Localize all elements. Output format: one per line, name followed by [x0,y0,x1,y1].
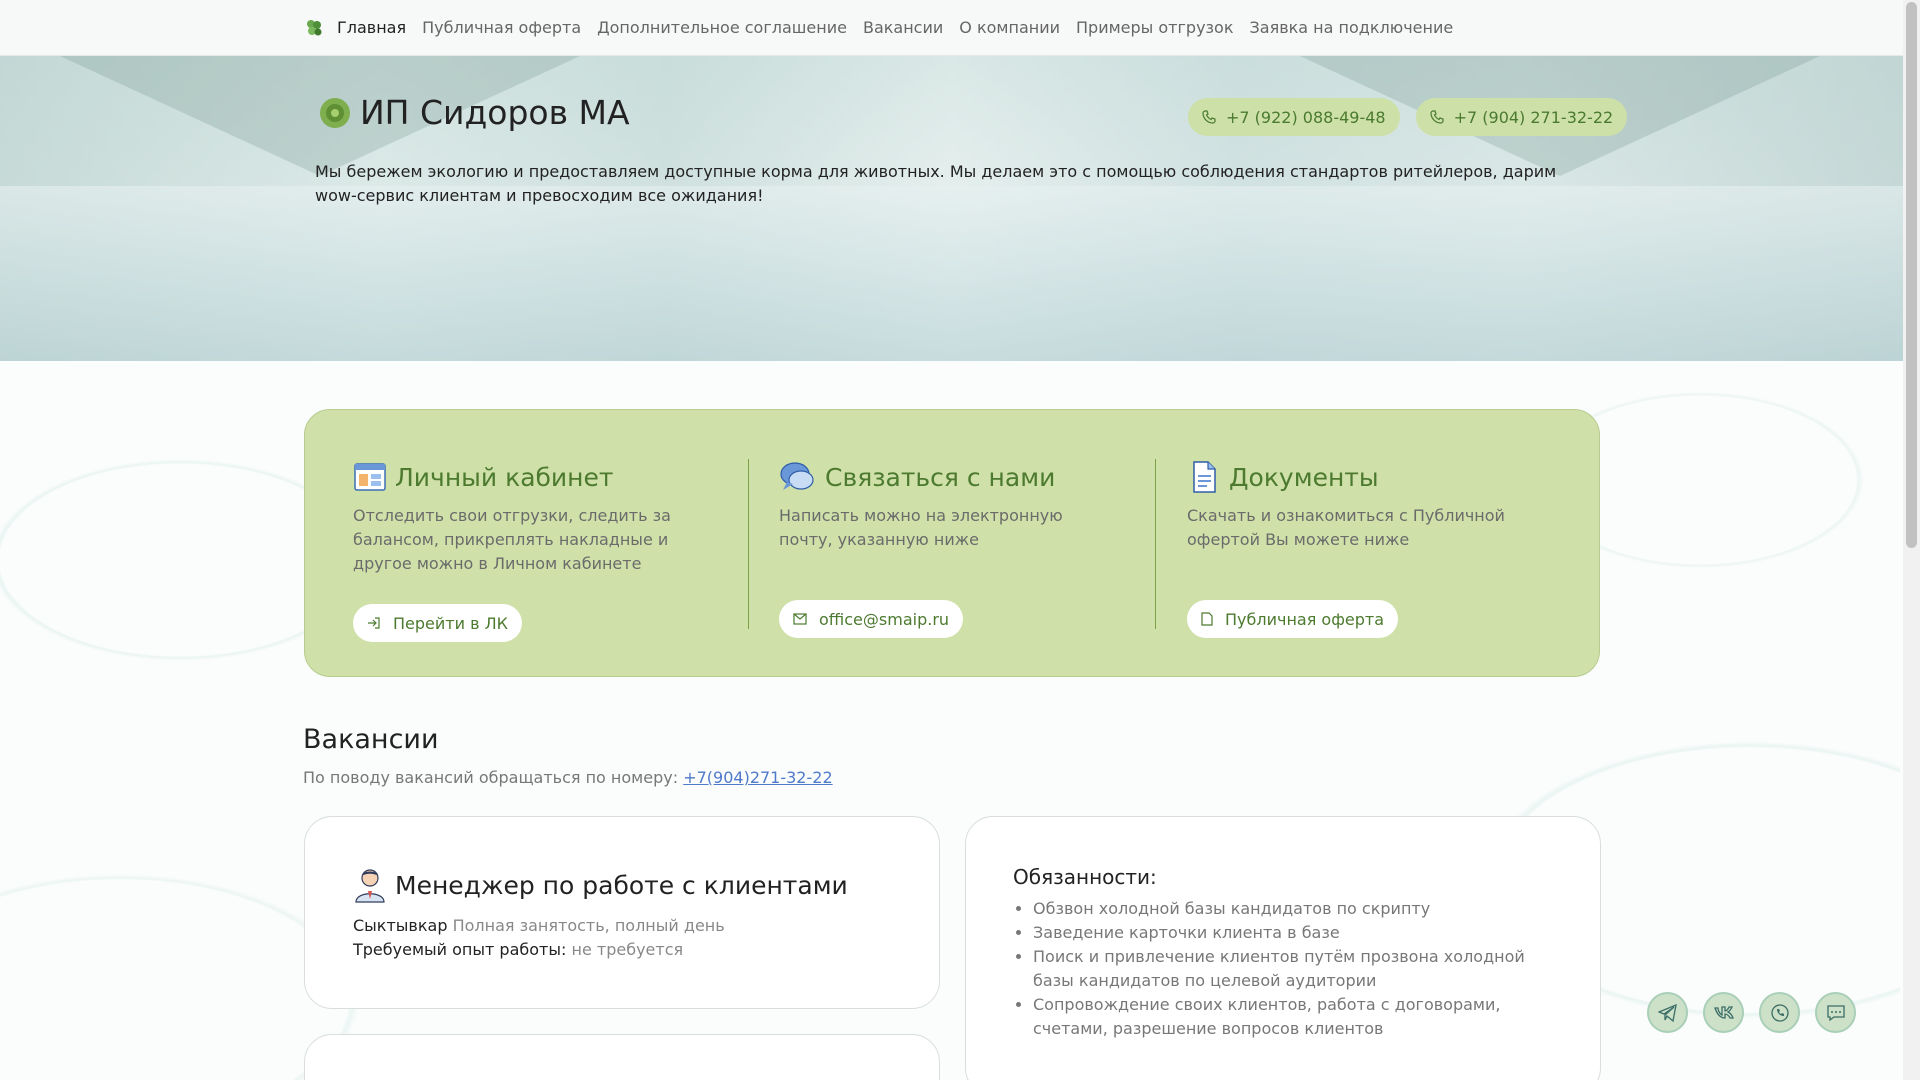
divider [748,459,749,629]
nav-item-about[interactable]: О компании [959,18,1060,37]
page-title: ИП Сидоров МА [360,93,630,132]
vacancy-title: Менеджер по работе с клиентами [395,870,848,900]
features-card: Личный кабинет Отследить свои отгрузки, … [304,409,1600,677]
duties-list: Обзвон холодной базы кандидатов по скрип… [1033,897,1553,1041]
nav-item-connection-request[interactable]: Заявка на подключение [1250,18,1454,37]
vacancy-schedule: Полная занятость, полный день [452,916,725,935]
list-item: Заведение карточки клиента в базе [1033,921,1553,945]
nav-item-home[interactable]: Главная [337,18,406,37]
experience-value: не требуется [571,940,684,959]
scrollbar-thumb[interactable] [1906,2,1917,548]
feature-contact: Связаться с нами Написать можно на элект… [779,459,1109,638]
phone-buttons: +7 (922) 088-49-48 +7 (904) 271-32-22 [1188,98,1628,136]
public-offer-button[interactable]: Публичная оферта [1187,600,1399,638]
nav-item-public-offer[interactable]: Публичная оферта [422,18,581,37]
vacancy-meta: Сыктывкар Полная занятость, полный день … [353,914,725,962]
document-icon [1193,461,1216,493]
phone-button-1[interactable]: +7 (922) 088-49-48 [1188,98,1400,136]
vacancies-subtitle: По поводу вакансий обращаться по номеру:… [303,768,833,787]
feature-contact-title: Связаться с нами [825,462,1056,492]
vacancies-heading: Вакансии [303,724,439,755]
feature-account-text: Отследить свои отгрузки, следить за бала… [353,506,671,573]
company-description: Мы бережем экологию и предоставляем дост… [315,162,1557,205]
phone-number-1: +7 (922) 088-49-48 [1226,107,1386,127]
list-item: Поиск и привлечение клиентов путём прозв… [1033,945,1553,993]
list-item: Сопровождение своих клиентов, работа с д… [1033,993,1553,1041]
duties-card: Обязанности: Обзвон холодной базы кандид… [965,816,1601,1080]
phone-button-2[interactable]: +7 (904) 271-32-22 [1415,98,1628,136]
chat-icon [1826,1004,1845,1021]
phone-icon [1429,110,1444,124]
divider [1155,459,1156,629]
telegram-icon [1657,1003,1677,1022]
nav-item-vacancies[interactable]: Вакансии [863,18,943,37]
mail-icon [793,613,807,625]
whatsapp-button[interactable] [1759,992,1800,1033]
page-scrollbar[interactable] [1903,0,1920,1080]
top-navigation: Главная Публичная оферта Дополнительное … [0,0,1903,56]
list-item: Обзвон холодной базы кандидатов по скрип… [1033,897,1553,921]
nav-item-shipment-examples[interactable]: Примеры отгрузок [1076,18,1233,37]
whatsapp-icon [1770,1003,1789,1022]
go-to-account-button[interactable]: Перейти в ЛК [353,604,522,642]
telegram-button[interactable] [1647,992,1688,1033]
feature-account-title: Личный кабинет [395,462,614,492]
browser-window-icon [354,463,386,491]
feature-documents-title: Документы [1229,462,1379,492]
leaf-logo-icon[interactable] [303,17,325,39]
duties-heading: Обязанности: [1013,865,1157,889]
nav-item-additional-agreement[interactable]: Дополнительное соглашение [597,18,847,37]
phone-number-2: +7 (904) 271-32-22 [1453,107,1614,127]
phone-icon [1202,110,1216,124]
company-title: ИП Сидоров МА [318,93,630,132]
vacancy-phone-link[interactable]: +7(904)271-32-22 [683,768,832,787]
vacancy-city: Сыктывкар [353,916,448,935]
hero-lake [0,186,1903,361]
chat-button[interactable] [1815,992,1856,1033]
vacancy-card[interactable]: Менеджер по работе с клиентами Сыктывкар… [304,816,940,1009]
manager-avatar-icon [355,869,385,903]
experience-label: Требуемый опыт работы: [353,940,567,959]
vacancy-card-next[interactable] [304,1034,940,1080]
file-icon [1201,612,1213,626]
feature-documents-text: Скачать и ознакомиться с Публичной оферт… [1187,506,1505,549]
floating-contact-buttons [1647,992,1856,1033]
feature-account: Личный кабинет Отследить свои отгрузки, … [353,459,713,642]
vk-button[interactable] [1703,992,1744,1033]
chat-bubbles-icon [780,462,814,490]
feature-documents: Документы Скачать и ознакомиться с Публи… [1187,459,1567,638]
email-button[interactable]: office@smaip.ru [779,600,964,638]
feature-contact-text: Написать можно на электронную почту, ука… [779,506,1063,549]
login-icon [368,617,380,629]
green-flower-icon [320,97,350,128]
vk-icon [1713,1005,1734,1019]
